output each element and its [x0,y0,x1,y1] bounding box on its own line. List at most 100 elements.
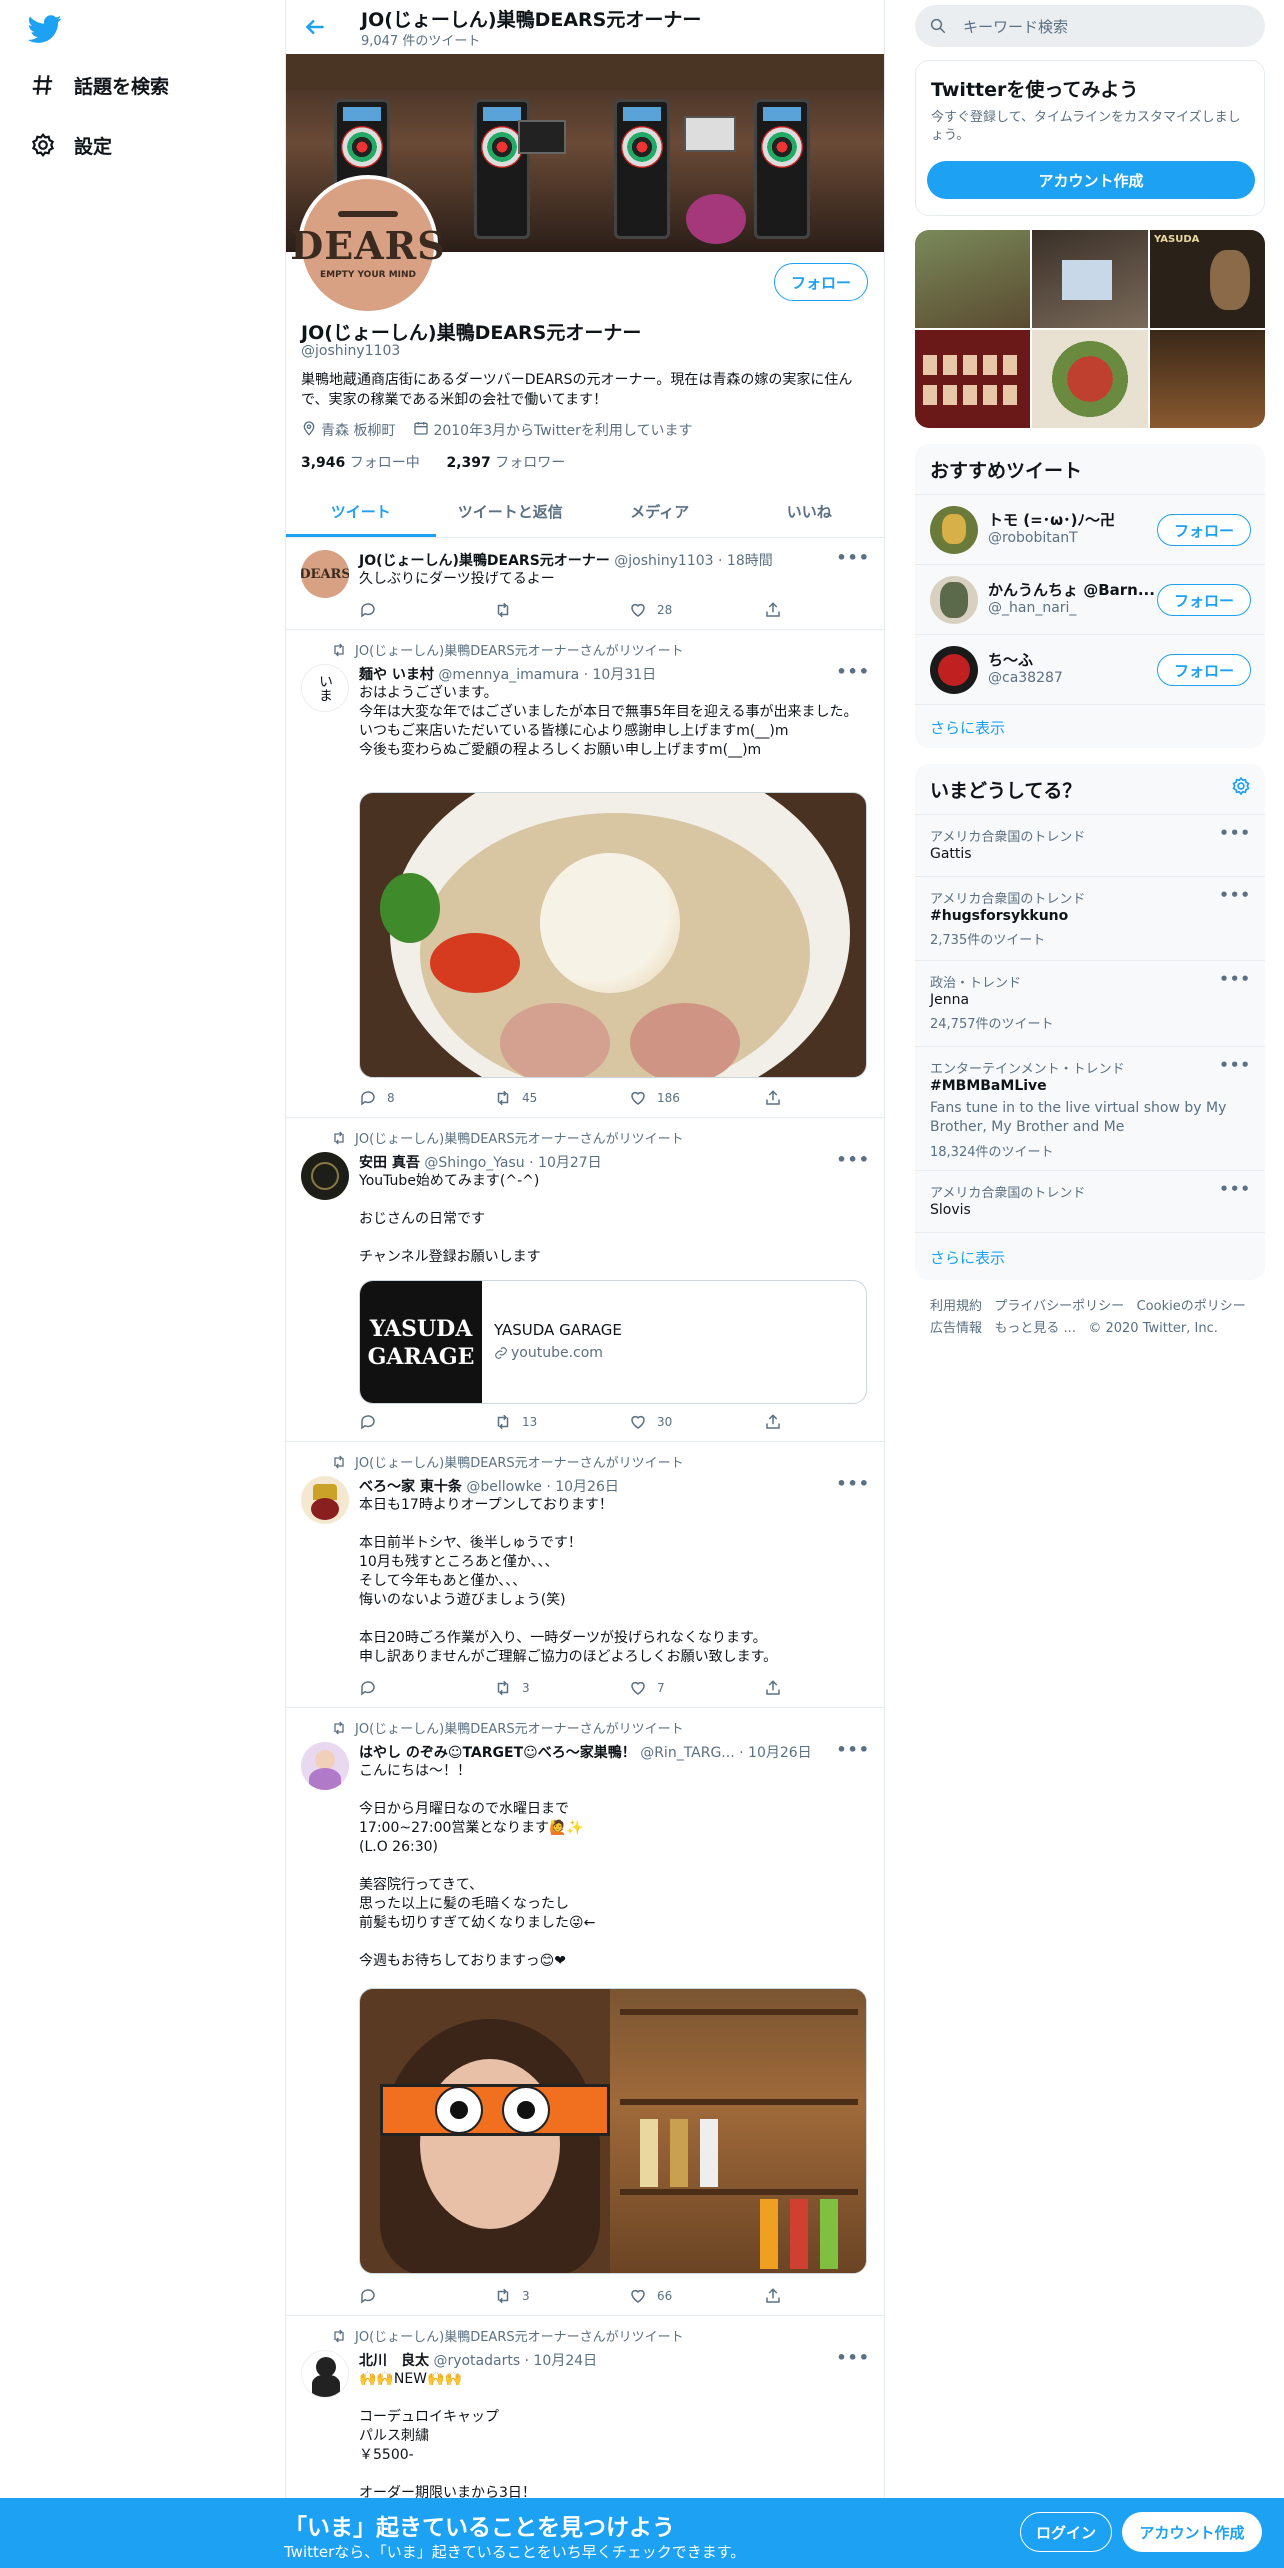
followers-link[interactable]: 2,397 フォロワー [446,455,565,471]
suggested-user[interactable]: かんうんちょ @Barn... @_han_nari_ フォロー [915,564,1265,634]
tweet[interactable]: JO(じょーしん)巣鴨DEARS元オーナーさんがリツイート べろ〜家 東十条 @… [286,1442,884,1708]
tweet[interactable]: JO(じょーしん)巣鴨DEARS元オーナーさんがリツイート はやし のぞみ☺TA… [286,1708,884,2316]
more-options-icon[interactable]: ••• [836,1150,870,1169]
signup-button[interactable]: アカウント作成 [1122,2512,1262,2552]
share-button[interactable] [764,1088,794,1108]
trends-settings-gear-icon[interactable] [1231,776,1251,800]
share-button[interactable] [764,2286,794,2306]
tweet-image[interactable] [359,1988,867,2274]
retweet-button[interactable]: 3 [494,1678,629,1698]
tweet-avatar[interactable] [301,2350,349,2398]
reply-button[interactable] [359,1412,494,1432]
tweet-author-name[interactable]: 麺や いま村 [359,667,434,683]
tweet-author-handle[interactable]: @mennya_imamura [438,667,579,683]
trend-item[interactable]: エンターテインメント・トレンド #MBMBaMLive Fans tune in… [915,1046,1265,1170]
footer-link-privacy[interactable]: プライバシーポリシー [994,1299,1124,1314]
like-button[interactable]: 28 [629,600,764,620]
tweet-time[interactable]: 10月31日 [593,667,657,683]
tweet-time[interactable]: 10月26日 [748,1745,812,1761]
share-button[interactable] [764,1678,794,1698]
tweet-author-name[interactable]: はやし のぞみ☺TARGET☺べろ〜家巣鴨！ [359,1745,636,1761]
more-options-icon[interactable]: ••• [836,1740,870,1759]
tweet[interactable]: JO(じょーしん)巣鴨DEARS元オーナーさんがリツイート 北川 良太 @ryo… [286,2316,884,2501]
like-button[interactable]: 66 [629,2286,764,2306]
retweet-button[interactable]: 3 [494,2286,629,2306]
tweet[interactable]: DEARS JO(じょーしん)巣鴨DEARS元オーナー @joshiny1103… [286,538,884,630]
tweet-author-handle[interactable]: @Shingo_Yasu [424,1155,524,1171]
reply-button[interactable]: 8 [359,1088,494,1108]
tab-tweets[interactable]: ツイート [286,486,436,537]
following-link[interactable]: 3,946 フォロー中 [301,455,420,471]
footer-link-more[interactable]: もっと見る ... [994,1321,1076,1336]
grid-photo[interactable] [915,330,1030,428]
retweet-button[interactable]: 13 [494,1412,629,1432]
grid-photo[interactable]: YASUDA [1150,230,1265,328]
trend-item[interactable]: アメリカ合衆国のトレンド Slovis ••• [915,1170,1265,1232]
more-options-icon[interactable]: ••• [836,662,870,681]
tweet-avatar[interactable] [301,1152,349,1200]
tweet-author-name[interactable]: JO(じょーしん)巣鴨DEARS元オーナー [359,553,610,569]
trend-item[interactable]: 政治・トレンド Jenna 24,757件のツイート ••• [915,960,1265,1046]
tweet-avatar[interactable] [301,1742,349,1790]
tweet-author-name[interactable]: べろ〜家 東十条 [359,1479,462,1495]
like-button[interactable]: 186 [629,1088,764,1108]
suggested-user[interactable]: トモ (=･ω･)ﾉ〜卍 @robobitanT フォロー [915,494,1265,564]
tweet-avatar[interactable]: いま [301,664,349,712]
reply-button[interactable] [359,2286,494,2306]
tweet-author-handle[interactable]: @ryotadarts [433,2353,520,2369]
grid-photo[interactable] [1150,330,1265,428]
follow-button[interactable]: フォロー [1157,584,1251,616]
more-options-icon[interactable]: ••• [1219,1056,1251,1074]
reply-button[interactable] [359,1678,494,1698]
back-arrow-icon[interactable] [302,14,328,40]
nav-settings[interactable]: 設定 [28,125,112,165]
more-options-icon[interactable]: ••• [836,2348,870,2367]
share-button[interactable] [764,1412,794,1432]
tweet-author-name[interactable]: 安田 真吾 [359,1155,420,1171]
grid-photo[interactable] [1032,230,1148,328]
tweet-image[interactable] [359,792,867,1078]
tweet-author-handle[interactable]: @Rin_TARG... [640,1745,734,1761]
trend-item[interactable]: アメリカ合衆国のトレンド Gattis ••• [915,814,1265,876]
tweet-author-name[interactable]: 北川 良太 [359,2353,429,2369]
follow-button[interactable]: フォロー [1157,654,1251,686]
tab-likes[interactable]: いいね [735,486,885,537]
tweet-time[interactable]: 18時間 [727,553,773,569]
suggested-user-avatar[interactable] [930,576,978,624]
suggested-user-avatar[interactable] [930,646,978,694]
tweet-time[interactable]: 10月26日 [555,1479,619,1495]
trend-item[interactable]: アメリカ合衆国のトレンド #hugsforsykkuno 2,735件のツイート… [915,876,1265,960]
nav-explore[interactable]: 話題を検索 [28,65,169,105]
like-button[interactable]: 30 [629,1412,764,1432]
follow-button[interactable]: フォロー [1157,514,1251,546]
footer-link-ads[interactable]: 広告情報 [930,1321,982,1336]
more-options-icon[interactable]: ••• [1219,886,1251,904]
follow-button[interactable]: フォロー [774,263,868,301]
share-button[interactable] [764,600,794,620]
show-more-link[interactable]: さらに表示 [930,1247,1005,1268]
link-card[interactable]: YASUDA GARAGE YASUDA GARAGE youtube.com [359,1280,867,1404]
tweet-avatar[interactable]: DEARS [301,550,349,598]
twitter-logo-icon[interactable] [27,12,62,46]
tab-media[interactable]: メディア [585,486,735,537]
show-more-link[interactable]: さらに表示 [930,717,1005,738]
profile-avatar[interactable]: DEARS EMPTY YOUR MIND [290,175,445,315]
tweet-avatar[interactable] [301,1476,349,1524]
tweet-author-handle[interactable]: @joshiny1103 [614,553,713,569]
footer-link-terms[interactable]: 利用規約 [930,1299,982,1314]
like-button[interactable]: 7 [629,1678,764,1698]
search-box[interactable]: キーワード検索 [915,5,1265,47]
tab-tweets-and-replies[interactable]: ツイートと返信 [436,486,586,537]
grid-photo[interactable] [1032,330,1148,428]
create-account-button[interactable]: アカウント作成 [927,161,1255,199]
retweet-button[interactable] [494,600,629,620]
grid-photo[interactable] [915,230,1030,328]
more-options-icon[interactable]: ••• [1219,970,1251,988]
more-options-icon[interactable]: ••• [1219,824,1251,842]
retweet-button[interactable]: 45 [494,1088,629,1108]
tweet[interactable]: JO(じょーしん)巣鴨DEARS元オーナーさんがリツイート いま 麺や いま村 … [286,630,884,1118]
reply-button[interactable] [359,600,494,620]
login-button[interactable]: ログイン [1020,2512,1112,2552]
suggested-user[interactable]: ち～ふ @ca38287 フォロー [915,634,1265,704]
footer-link-cookies[interactable]: Cookieのポリシー [1137,1299,1246,1314]
